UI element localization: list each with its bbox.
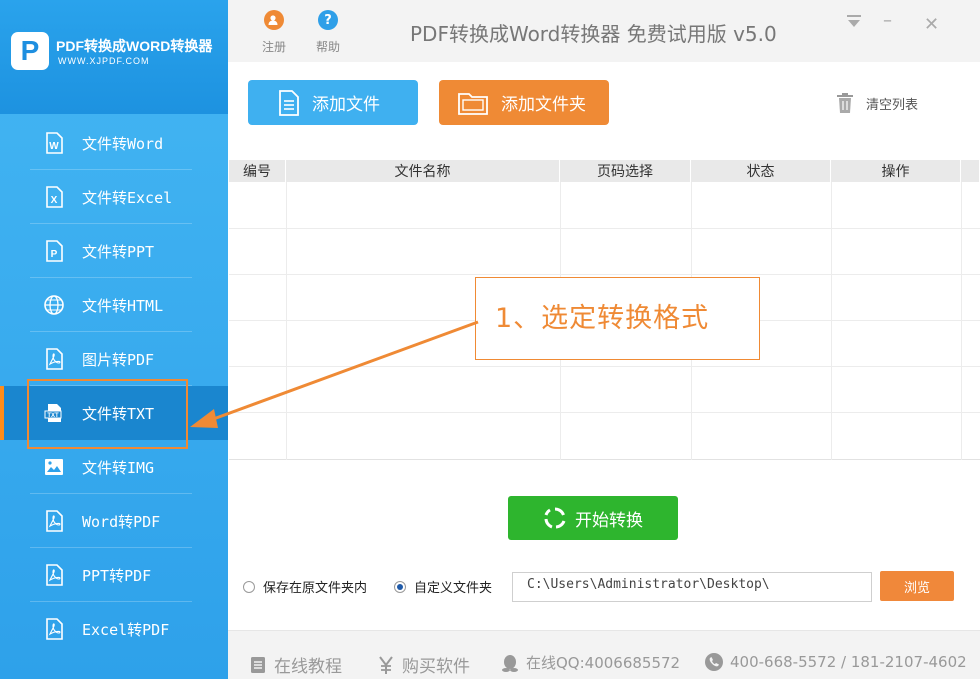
radio-save-custom[interactable] <box>394 580 406 593</box>
yen-icon <box>379 655 393 674</box>
buy-software-label: 购买软件 <box>402 657 470 677</box>
buy-software-link[interactable]: 购买软件 <box>376 652 470 677</box>
radio-save-original[interactable] <box>243 580 255 593</box>
online-qq-link[interactable]: 在线QQ:4006685572 <box>500 652 680 673</box>
online-tutorial-label: 在线教程 <box>274 657 342 677</box>
save-original-option[interactable]: 保存在原文件夹内 <box>243 577 367 596</box>
phone-label: 400-668-5572 / 181-2107-4602 <box>730 653 967 671</box>
save-custom-label: 自定义文件夹 <box>414 581 493 596</box>
start-convert-button[interactable]: 开始转换 <box>508 496 678 540</box>
online-tutorial-link[interactable]: 在线教程 <box>248 652 342 677</box>
book-icon <box>251 656 265 673</box>
browse-button[interactable]: 浏览 <box>880 571 954 601</box>
start-convert-label: 开始转换 <box>575 510 643 531</box>
footer-bar: 在线教程 购买软件 在线QQ:4006685572 400-668-5572 /… <box>228 630 980 679</box>
qq-penguin-icon <box>502 654 518 672</box>
refresh-icon <box>544 507 566 529</box>
save-custom-option[interactable]: 自定义文件夹 <box>394 577 492 596</box>
save-original-label: 保存在原文件夹内 <box>263 581 368 596</box>
phone-contact: 400-668-5572 / 181-2107-4602 <box>704 652 967 672</box>
output-path-input[interactable]: C:\Users\Administrator\Desktop\ <box>512 572 872 602</box>
online-qq-label: 在线QQ:4006685572 <box>526 654 681 672</box>
phone-icon <box>705 653 723 671</box>
